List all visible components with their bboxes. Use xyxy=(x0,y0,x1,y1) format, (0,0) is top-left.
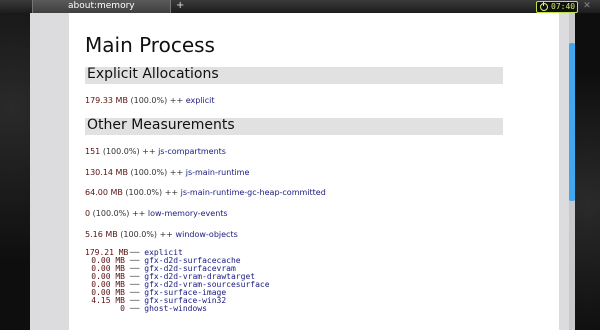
close-icon[interactable]: ✕ xyxy=(582,1,592,11)
power-icon xyxy=(540,2,548,11)
tree-row[interactable]: 0 ── ghost-windows xyxy=(85,305,270,313)
entry-name: js-main-runtime-gc-heap-committed xyxy=(180,188,326,197)
entry-value: 0 xyxy=(85,209,91,218)
entry-name: js-main-runtime xyxy=(185,168,250,177)
entry-name: explicit xyxy=(185,96,215,105)
clock-text: 07:40 xyxy=(551,2,576,11)
entry-marker[interactable]: ++ xyxy=(170,168,183,177)
entry-percent: (100.0%) xyxy=(130,96,168,105)
memory-tree: 179.21 MB ── explicit 0.00 MB ── gfx-d2d… xyxy=(85,249,270,313)
tree-connector: ── xyxy=(129,304,140,313)
tab-title: about:memory xyxy=(68,1,135,11)
entry-value: 130.14 MB xyxy=(85,168,128,177)
content-viewport: Main Process Explicit Allocations 179.33… xyxy=(30,13,569,330)
measurement-row: 130.14 MB (100.0%) ++ js-main-runtime xyxy=(85,168,249,177)
entry-marker[interactable]: ++ xyxy=(160,230,173,239)
clock-widget: 07:40 xyxy=(536,1,578,13)
section-other-measurements: Other Measurements xyxy=(85,117,503,135)
entry-name: low-memory-events xyxy=(147,209,228,218)
entry-percent: (100.0%) xyxy=(130,168,168,177)
entry-percent: (100.0%) xyxy=(120,230,158,239)
entry-percent: (100.0%) xyxy=(92,209,130,218)
vertical-scrollbar[interactable] xyxy=(569,13,575,330)
section-title-explicit: Explicit Allocations xyxy=(87,66,219,82)
entry-value: 151 xyxy=(85,147,101,156)
entry-marker[interactable]: ++ xyxy=(170,96,183,105)
entry-value: 179.33 MB xyxy=(85,96,128,105)
page-title: Main Process xyxy=(85,33,215,57)
window-frame-left xyxy=(0,13,30,330)
entry-percent: (100.0%) xyxy=(125,188,163,197)
memory-report: Main Process Explicit Allocations 179.33… xyxy=(69,13,559,330)
entry-name: window-objects xyxy=(175,230,238,239)
entry-name: js-compartments xyxy=(158,147,226,156)
section-title-other: Other Measurements xyxy=(87,117,235,133)
explicit-entry: 179.33 MB (100.0%) ++ explicit xyxy=(85,96,215,105)
entry-value: 5.16 MB xyxy=(85,230,118,239)
measurement-row: 5.16 MB (100.0%) ++ window-objects xyxy=(85,230,238,239)
tree-name: ghost-windows xyxy=(144,304,207,313)
entry-marker[interactable]: ++ xyxy=(132,209,145,218)
measurement-row: 64.00 MB (100.0%) ++ js-main-runtime-gc-… xyxy=(85,188,326,197)
measurement-row: 0 (100.0%) ++ low-memory-events xyxy=(85,209,228,218)
section-explicit-allocations: Explicit Allocations xyxy=(85,66,503,84)
entry-marker[interactable]: ++ xyxy=(142,147,155,156)
new-tab-button[interactable]: + xyxy=(176,0,184,12)
tree-value: 0 xyxy=(120,304,125,313)
tab-about-memory[interactable]: about:memory xyxy=(32,0,171,13)
tree-value: 4.15 MB xyxy=(91,296,125,305)
entry-value: 64.00 MB xyxy=(85,188,123,197)
tab-strip: about:memory + 07:40 ✕ xyxy=(0,0,600,13)
entry-marker[interactable]: ++ xyxy=(165,188,178,197)
entry-percent: (100.0%) xyxy=(102,147,140,156)
scrollbar-thumb[interactable] xyxy=(569,43,575,201)
measurement-row: 151 (100.0%) ++ js-compartments xyxy=(85,147,226,156)
